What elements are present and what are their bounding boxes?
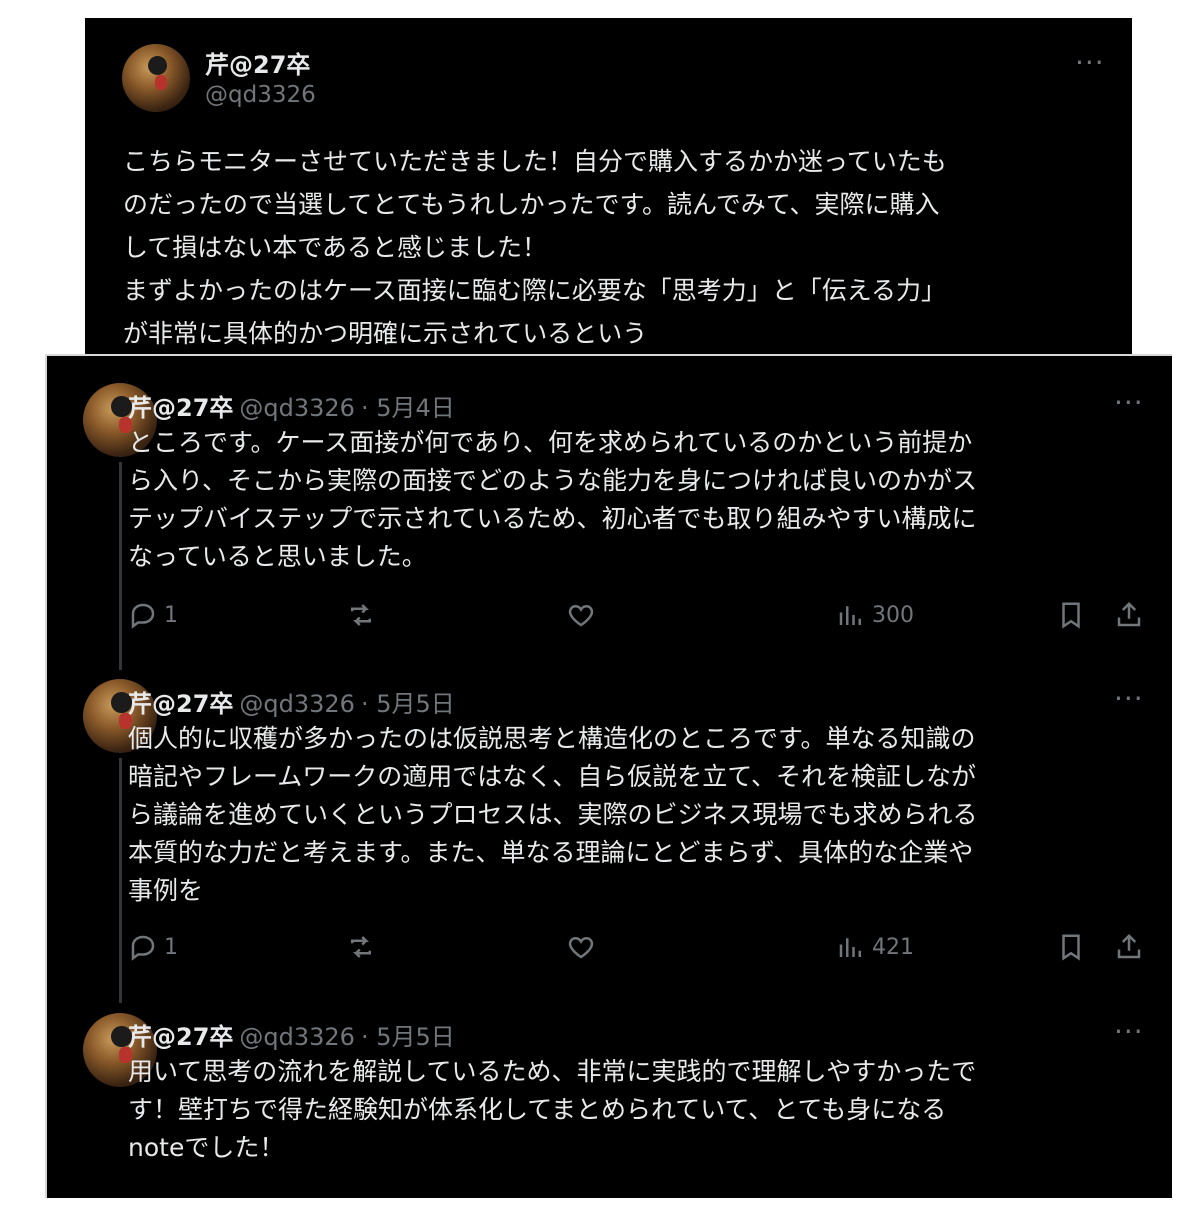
reply-button[interactable]: 1 xyxy=(128,600,178,630)
post-header: 芹@27卒 @qd3326 · 5月5日 xyxy=(128,684,455,719)
repost-icon xyxy=(351,604,371,626)
reply-count: 1 xyxy=(164,602,178,628)
more-options-icon[interactable]: ··· xyxy=(1075,49,1105,77)
post-text: ところです。ケース面接が何であり、何を求められているのかという前提か ら入り、そ… xyxy=(128,428,978,571)
action-bar: 1 421 xyxy=(128,932,1141,972)
display-name[interactable]: 芹@27卒 xyxy=(128,394,233,422)
action-bar: 1 300 xyxy=(128,600,1141,640)
like-button[interactable] xyxy=(566,932,596,962)
post-date[interactable]: · 5月4日 xyxy=(361,394,455,422)
view-count: 421 xyxy=(872,934,914,960)
repost-button[interactable] xyxy=(346,600,376,630)
display-name[interactable]: 芹@27卒 xyxy=(205,45,310,80)
reply-count: 1 xyxy=(164,934,178,960)
display-name[interactable]: 芹@27卒 xyxy=(128,1023,233,1051)
like-button[interactable] xyxy=(566,600,596,630)
post-text: 個人的に収穫が多かったのは仮説思考と構造化のところです。単なる知識の 暗記やフレ… xyxy=(128,724,978,905)
views-button[interactable]: 300 xyxy=(836,600,914,630)
bookmark-button[interactable] xyxy=(1056,932,1086,962)
post-text: こちらモニターさせていただきました！自分で購入するかか迷っていたも のだったので… xyxy=(123,147,947,348)
share-button[interactable] xyxy=(1114,932,1144,962)
heart-icon xyxy=(568,937,594,959)
user-handle[interactable]: @qd3326 xyxy=(239,1023,355,1051)
more-options-icon[interactable]: ··· xyxy=(1114,685,1144,713)
reply-icon xyxy=(131,935,155,961)
analytics-icon xyxy=(839,938,861,957)
post-text: 用いて思考の流れを解説しているため、非常に実践的で理解しやすかったで す！壁打ち… xyxy=(128,1057,977,1162)
share-icon xyxy=(1117,933,1141,959)
bookmark-button[interactable] xyxy=(1056,600,1086,630)
post-header: 芹@27卒 @qd3326 · 5月4日 xyxy=(128,388,455,423)
share-icon xyxy=(1117,601,1141,627)
repost-button[interactable] xyxy=(346,932,376,962)
user-handle[interactable]: @qd3326 xyxy=(239,394,355,422)
share-button[interactable] xyxy=(1114,600,1144,630)
heart-icon xyxy=(568,605,594,627)
more-options-icon[interactable]: ··· xyxy=(1114,1018,1144,1046)
more-options-icon[interactable]: ··· xyxy=(1114,389,1144,417)
post-date[interactable]: · 5月5日 xyxy=(361,690,455,718)
views-button[interactable]: 421 xyxy=(836,932,914,962)
thread-connector xyxy=(119,758,122,1003)
post-header: 芹@27卒 @qd3326 · 5月5日 xyxy=(128,1017,455,1052)
post-date[interactable]: · 5月5日 xyxy=(361,1023,455,1051)
user-handle[interactable]: @qd3326 xyxy=(239,690,355,718)
reply-button[interactable]: 1 xyxy=(128,932,178,962)
bookmark-icon xyxy=(1062,602,1080,629)
analytics-icon xyxy=(839,606,861,625)
bookmark-icon xyxy=(1062,934,1080,961)
avatar[interactable] xyxy=(122,44,190,112)
display-name[interactable]: 芹@27卒 xyxy=(128,690,233,718)
view-count: 300 xyxy=(872,602,914,628)
user-handle[interactable]: @qd3326 xyxy=(205,82,316,108)
thread-connector xyxy=(119,462,122,670)
reply-icon xyxy=(131,603,155,629)
repost-icon xyxy=(351,936,371,958)
